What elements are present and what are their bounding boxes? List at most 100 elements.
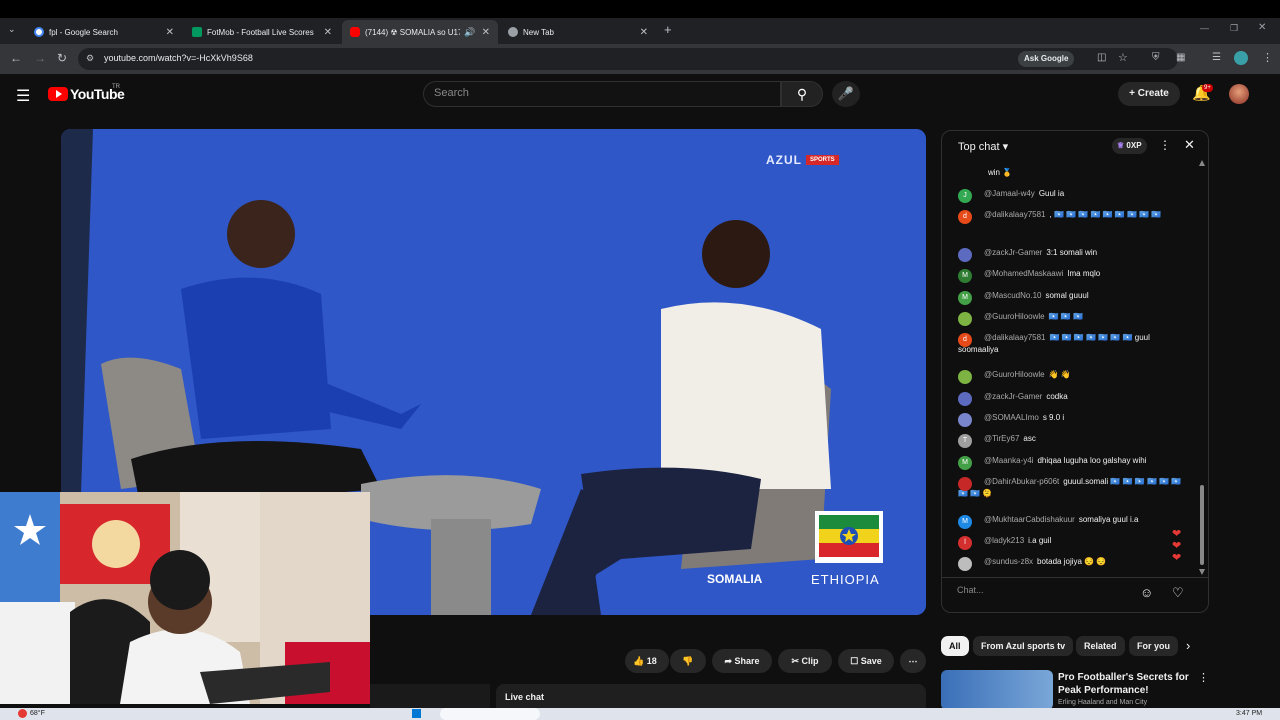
emoji-icon[interactable]: ☺	[1140, 585, 1153, 600]
chat-author[interactable]: @DahirAbukar-p606t	[984, 477, 1059, 486]
chat-more-icon[interactable]: ⋮	[1159, 138, 1171, 152]
avatar[interactable]	[958, 477, 972, 491]
close-icon[interactable]: ✕	[482, 27, 490, 38]
chat-author[interactable]: @Maanka-y4i	[984, 456, 1033, 465]
chat-author[interactable]: @MascudNo.10	[984, 291, 1041, 300]
tab-youtube-somalia[interactable]: (7144) ☢ SOMALIA so U17 🔊 ✕	[342, 20, 498, 44]
avatar[interactable]: M	[958, 269, 972, 283]
related-video-title[interactable]: Pro Footballer's Secrets for Peak Perfor…	[1058, 671, 1198, 697]
avatar[interactable]	[958, 248, 972, 262]
related-video-channel[interactable]: Erling Haaland and Man City	[1058, 699, 1147, 706]
chat-author[interactable]: @SOMAALImo	[984, 413, 1039, 422]
chat-author[interactable]: @dalikalaay7581	[984, 210, 1046, 219]
share-button[interactable]: ➦ Share	[712, 649, 772, 673]
dislike-button[interactable]: 👎	[670, 649, 706, 673]
heart-icon[interactable]: ♡	[1172, 585, 1184, 601]
back-icon[interactable]: ←	[10, 51, 22, 65]
more-vert-icon[interactable]: ⋮	[1262, 51, 1273, 64]
shield-icon[interactable]: ⛨	[1152, 52, 1160, 63]
avatar[interactable]	[958, 557, 972, 571]
voice-search-button[interactable]: 🎤	[832, 81, 860, 107]
account-avatar[interactable]	[1229, 84, 1249, 104]
tab-list-icon[interactable]: ⌄	[8, 24, 16, 35]
avatar[interactable]: T	[958, 434, 972, 448]
clip-button[interactable]: ✂ Clip	[778, 649, 832, 673]
chat-message: M @Maanka-y4i dhiqaa luguha loo galshay wi…	[958, 455, 1188, 470]
avatar[interactable]	[958, 392, 972, 406]
avatar[interactable]: l	[958, 536, 972, 550]
chat-message-text: 👋 👋	[1048, 370, 1071, 379]
tab-new-tab[interactable]: New Tab ✕	[500, 20, 656, 44]
chat-author[interactable]: @GuuroHiloowle	[984, 370, 1045, 379]
window-close-icon[interactable]: ✕	[1258, 22, 1266, 33]
site-info-icon[interactable]: ⚙	[86, 53, 94, 64]
chat-author[interactable]: @dalikalaay7581	[984, 333, 1046, 342]
chat-input[interactable]: Chat...	[957, 585, 1137, 603]
profile-icon[interactable]	[1234, 51, 1248, 65]
avatar[interactable]: J	[958, 189, 972, 203]
tag-from-azul[interactable]: From Azul sports tv	[973, 636, 1074, 656]
tab-google-search[interactable]: fpl - Google Search ✕	[26, 20, 182, 44]
chat-author[interactable]: @MohamedMaskaawi	[984, 269, 1063, 278]
chat-author[interactable]: @MukhtaarCabdishakuur	[984, 515, 1075, 524]
more-actions-button[interactable]: ⋯	[900, 649, 926, 673]
extensions-icon[interactable]: ▦	[1176, 52, 1185, 63]
search-input[interactable]	[423, 81, 781, 107]
brand-sub: SPORTS	[806, 155, 839, 165]
url-text[interactable]: youtube.com/watch?v=-HcXkVh9S68	[104, 53, 253, 63]
reload-icon[interactable]: ↻	[57, 51, 67, 65]
avatar[interactable]: M	[958, 291, 972, 305]
chat-author[interactable]: @zackJr-Gamer	[984, 392, 1042, 401]
like-button[interactable]: 👍 18	[625, 649, 669, 673]
avatar[interactable]: d	[958, 210, 972, 224]
install-icon[interactable]: ◫	[1097, 52, 1106, 63]
forward-icon[interactable]: →	[34, 51, 46, 65]
chat-author[interactable]: @zackJr-Gamer	[984, 248, 1042, 257]
chat-close-icon[interactable]: ✕	[1184, 137, 1195, 153]
speaker-icon[interactable]: 🔊	[464, 27, 475, 38]
chat-author[interactable]: @TirEy67	[984, 434, 1019, 443]
create-button[interactable]: + Create	[1118, 82, 1180, 106]
restore-icon[interactable]: ❐	[1230, 23, 1238, 34]
new-tab-plus-icon[interactable]: +	[664, 22, 672, 37]
avatar[interactable]	[958, 413, 972, 427]
tab-fotmob[interactable]: FotMob - Football Live Scores ✕	[184, 20, 340, 44]
avatar[interactable]	[958, 370, 972, 384]
bookmark-star-icon[interactable]: ☆	[1118, 51, 1128, 64]
chat-message: M @MohamedMaskaawi Ima mqlo	[958, 268, 1188, 283]
windows-start-icon[interactable]	[412, 709, 421, 718]
chat-author[interactable]: @sundus-z8x	[984, 557, 1033, 566]
close-icon[interactable]: ✕	[640, 27, 648, 38]
weather-icon[interactable]	[18, 709, 27, 718]
notification-count-badge: 9+	[1202, 84, 1213, 92]
chat-message-text: win 🥇	[988, 168, 1013, 177]
chat-author[interactable]: @Jamaal-w4y	[984, 189, 1035, 198]
avatar[interactable]: M	[958, 456, 972, 470]
related-more-icon[interactable]: ⋮	[1198, 671, 1209, 684]
tag-all[interactable]: All	[941, 636, 969, 656]
tag-related[interactable]: Related	[1076, 636, 1125, 656]
chat-mode-selector[interactable]: Top chat ▾	[958, 140, 1008, 153]
media-icon[interactable]: ☰	[1212, 52, 1221, 63]
youtube-logo-icon[interactable]	[48, 87, 68, 101]
chat-message-text: 3:1 somali win	[1046, 248, 1098, 257]
xp-badge[interactable]: ♕ 0XP	[1112, 138, 1147, 154]
chat-author[interactable]: @ladyk213	[984, 536, 1024, 545]
avatar[interactable]	[958, 312, 972, 326]
taskbar-search[interactable]	[440, 708, 540, 720]
tag-for-you[interactable]: For you	[1129, 636, 1178, 656]
search-button[interactable]: ⚲	[781, 81, 823, 107]
related-video-thumbnail[interactable]	[941, 670, 1053, 710]
ask-google-button[interactable]: Ask Google	[1018, 51, 1075, 67]
hamburger-menu-icon[interactable]: ☰	[16, 86, 30, 106]
minimize-icon[interactable]: —	[1200, 23, 1209, 33]
chat-message: @DahirAbukar-p606t guuul.somali 🇸🇴 🇸🇴 🇸🇴 …	[958, 476, 1188, 500]
close-icon[interactable]: ✕	[166, 27, 174, 38]
avatar[interactable]: d	[958, 333, 972, 347]
avatar[interactable]: M	[958, 515, 972, 529]
chevron-right-icon[interactable]: ›	[1186, 638, 1190, 653]
close-icon[interactable]: ✕	[324, 27, 332, 38]
save-button[interactable]: ☐ Save	[838, 649, 894, 673]
chat-scrollbar[interactable]	[1199, 160, 1205, 575]
chat-author[interactable]: @GuuroHiloowle	[984, 312, 1045, 321]
